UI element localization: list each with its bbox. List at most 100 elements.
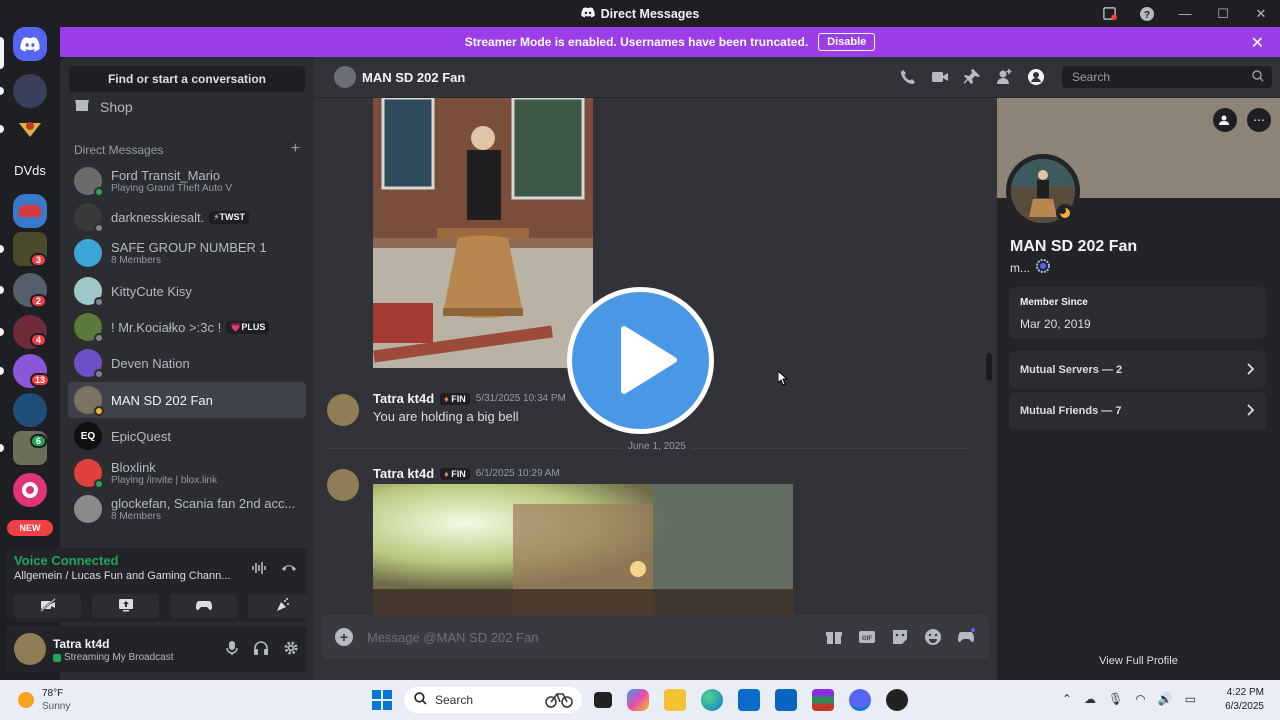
- winrar-icon[interactable]: [812, 689, 834, 711]
- server-icon[interactable]: [13, 112, 47, 146]
- message-composer[interactable]: + Message @MAN SD 202 Fan GIF: [321, 615, 989, 659]
- dm-item[interactable]: EQ EpicQuest: [68, 418, 306, 454]
- add-friends-icon[interactable]: [995, 68, 1013, 89]
- dm-item[interactable]: glockefan, Scania fan 2nd acc... 8 Member…: [68, 491, 306, 527]
- more-options-icon[interactable]: ⋯: [1247, 108, 1271, 132]
- search-input[interactable]: Search: [1062, 66, 1272, 88]
- dm-item[interactable]: darknesskiesalt. ⚡TWST: [68, 199, 306, 235]
- server-icon[interactable]: [13, 473, 47, 507]
- avatar[interactable]: [14, 633, 46, 665]
- chat-header: MAN SD 202 Fan Search: [314, 57, 1280, 98]
- speaker-icon[interactable]: 🔊: [1158, 692, 1173, 706]
- screen-share-button[interactable]: [92, 594, 159, 618]
- weather-widget[interactable]: 78°F Sunny: [18, 687, 70, 713]
- attach-plus-icon[interactable]: +: [335, 628, 353, 646]
- voice-call-icon[interactable]: [899, 68, 917, 89]
- taskbar-search[interactable]: Search: [404, 687, 582, 713]
- badge-icon[interactable]: [1036, 259, 1050, 276]
- avatar: [74, 349, 104, 379]
- minimize-button[interactable]: —: [1166, 0, 1204, 27]
- dm-item[interactable]: Deven Nation: [68, 345, 306, 381]
- app-icon[interactable]: [886, 689, 908, 711]
- inbox-icon[interactable]: [1090, 0, 1128, 27]
- dm-item[interactable]: KittyCute Kisy: [68, 273, 306, 309]
- search-icon: [414, 692, 427, 708]
- scrollbar[interactable]: [986, 353, 992, 381]
- apps-gamepad-icon[interactable]: [957, 628, 975, 649]
- noise-suppression-icon[interactable]: [251, 561, 267, 578]
- user-name[interactable]: Tatra kt4d: [53, 637, 109, 651]
- message-author[interactable]: Tatra kt4d: [373, 466, 434, 481]
- create-dm-icon[interactable]: +: [291, 141, 300, 157]
- dm-name: Bloxlink: [111, 460, 156, 475]
- dm-subtext: Playing Grand Theft Auto V: [111, 183, 233, 194]
- dm-item[interactable]: MAN SD 202 Fan: [68, 382, 306, 418]
- sticker-icon[interactable]: [891, 628, 909, 649]
- voice-channel[interactable]: Allgemein / Lucas Fun and Gaming Chann..…: [14, 570, 234, 582]
- mutual-servers-row[interactable]: Mutual Servers — 2: [1009, 351, 1266, 389]
- emoji-icon[interactable]: [924, 628, 942, 649]
- disconnect-icon[interactable]: [281, 561, 297, 578]
- dm-item[interactable]: SAFE GROUP NUMBER 18 Members: [68, 235, 306, 271]
- avatar[interactable]: [327, 469, 359, 501]
- battery-icon[interactable]: ▭: [1185, 692, 1196, 706]
- view-full-profile-link[interactable]: View Full Profile: [997, 655, 1280, 667]
- start-button[interactable]: [372, 690, 392, 713]
- camera-off-button[interactable]: [14, 594, 81, 618]
- dm-item[interactable]: Bloxlink Playing /invite | blox.link: [68, 455, 306, 491]
- task-view-icon[interactable]: [594, 692, 612, 708]
- voice-status[interactable]: Voice Connected: [14, 553, 119, 568]
- dm-item[interactable]: Ford Transit_Mario Playing Grand Theft Au…: [68, 163, 306, 199]
- maximize-button[interactable]: ☐: [1204, 0, 1242, 27]
- server-tag[interactable]: ⚡TWST: [209, 210, 250, 224]
- server-icon[interactable]: [13, 393, 47, 427]
- close-icon[interactable]: ✕: [1251, 33, 1264, 53]
- home-button[interactable]: [13, 27, 47, 61]
- headphones-icon[interactable]: [253, 640, 269, 659]
- store-icon[interactable]: [738, 689, 760, 711]
- copilot-icon[interactable]: [627, 689, 649, 711]
- settings-gear-icon[interactable]: [283, 640, 299, 659]
- video-call-icon[interactable]: [931, 68, 949, 89]
- disable-button[interactable]: Disable: [818, 33, 876, 51]
- dm-name: MAN SD 202 Fan: [111, 392, 213, 408]
- video-play-button[interactable]: [567, 287, 714, 434]
- microphone-icon[interactable]: 🎙: [1108, 692, 1123, 706]
- server-tag[interactable]: ♦ FIN: [440, 467, 470, 480]
- dm-item[interactable]: ! Mr.Kociałko >:3c ! 💗PLUS: [68, 309, 306, 345]
- discord-taskbar-icon[interactable]: [849, 689, 871, 711]
- find-conversation-button[interactable]: Find or start a conversation: [69, 66, 305, 92]
- image-attachment[interactable]: [373, 98, 593, 368]
- help-icon[interactable]: ?: [1128, 0, 1166, 27]
- chevron-up-icon[interactable]: ⌃: [1062, 692, 1072, 706]
- soundboard-button[interactable]: [248, 594, 315, 618]
- user-profile-icon[interactable]: [1027, 68, 1045, 89]
- image-attachment[interactable]: [373, 484, 793, 615]
- shop-icon: [74, 97, 90, 116]
- dm-name: Ford Transit_Mario: [111, 168, 221, 183]
- onedrive-icon[interactable]: ☁: [1084, 692, 1096, 706]
- close-window-button[interactable]: ✕: [1242, 0, 1280, 27]
- server-tag[interactable]: ♦ FIN: [440, 392, 470, 405]
- message-input[interactable]: Message @MAN SD 202 Fan: [367, 630, 538, 645]
- message-author[interactable]: Tatra kt4d: [373, 391, 434, 406]
- outlook-icon[interactable]: [775, 689, 797, 711]
- server-tag[interactable]: 💗PLUS: [226, 320, 270, 334]
- add-friend-icon[interactable]: [1213, 108, 1237, 132]
- avatar[interactable]: [327, 394, 359, 426]
- shop-link[interactable]: Shop: [74, 97, 133, 116]
- gift-icon[interactable]: [825, 628, 843, 649]
- status-indicator: [94, 479, 104, 489]
- server-icon[interactable]: [13, 74, 47, 108]
- server-icon[interactable]: [13, 194, 47, 228]
- mutual-friends-row[interactable]: Mutual Friends — 7: [1009, 392, 1266, 430]
- edge-browser-icon[interactable]: [701, 689, 723, 711]
- file-explorer-icon[interactable]: [664, 689, 686, 711]
- pinned-messages-icon[interactable]: [963, 68, 981, 89]
- gif-icon[interactable]: GIF: [858, 628, 876, 649]
- activities-button[interactable]: [170, 594, 237, 618]
- wifi-icon[interactable]: ◠: [1135, 692, 1145, 706]
- microphone-icon[interactable]: [225, 640, 239, 659]
- server-folder-label[interactable]: DVds: [0, 163, 60, 178]
- clock[interactable]: 4:22 PM 6/3/2025: [1225, 686, 1264, 714]
